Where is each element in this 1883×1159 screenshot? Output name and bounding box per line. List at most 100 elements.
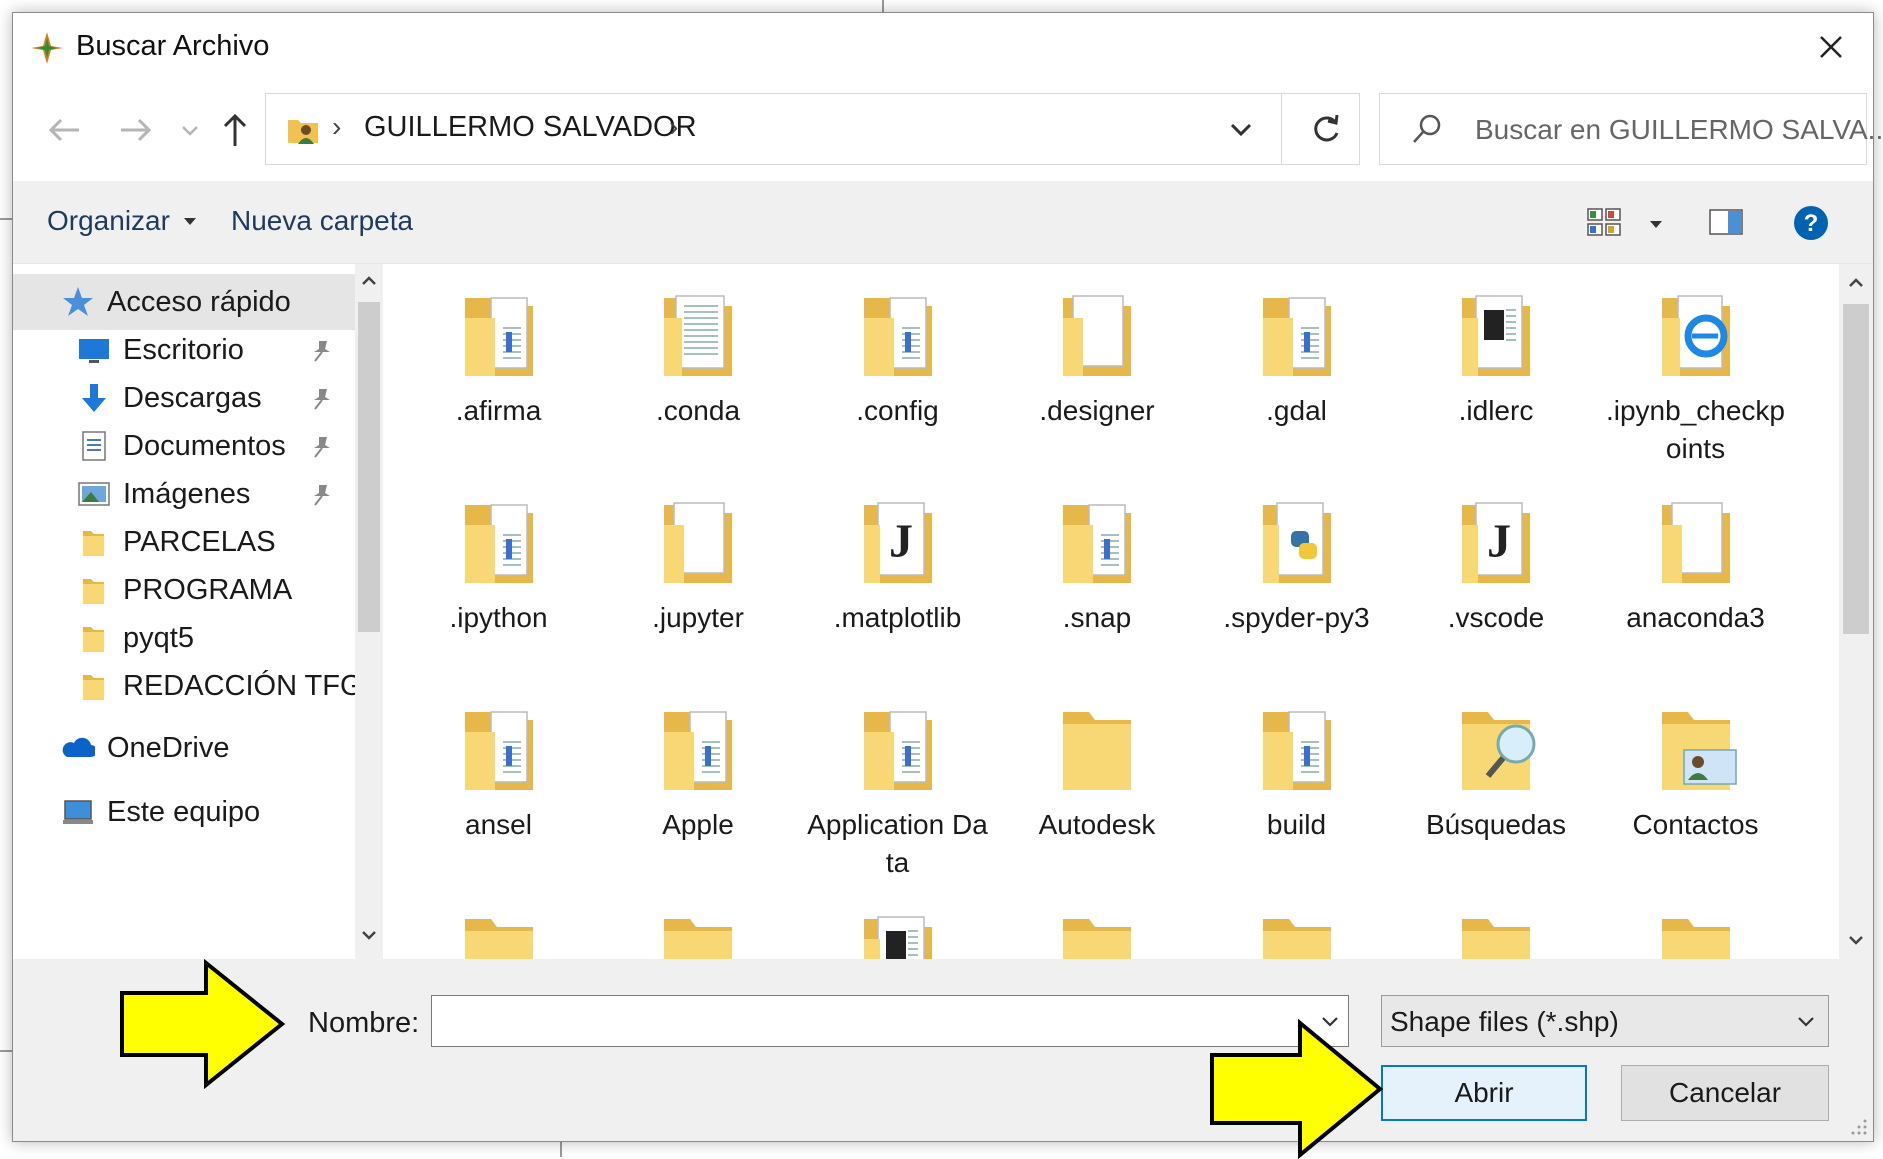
- file-item[interactable]: .designer: [998, 288, 1197, 430]
- file-name: .conda: [655, 395, 741, 426]
- search-placeholder: Buscar en GUILLERMO SALVA...: [1475, 114, 1883, 145]
- file-name: .idlerc: [1458, 395, 1534, 426]
- file-item[interactable]: .ipynb_checkpoints: [1596, 288, 1795, 468]
- folder-ie-icon: [1661, 295, 1730, 376]
- nav-scrollbar[interactable]: [355, 264, 383, 959]
- navigation-pane: Acceso rápido Escritorio Descargas Document…: [13, 264, 383, 959]
- file-item[interactable]: J .matplotlib: [798, 495, 997, 637]
- file-name: .spyder-py3: [1223, 602, 1370, 633]
- new-folder-button[interactable]: Nueva carpeta: [231, 205, 413, 237]
- divider: [1281, 94, 1282, 164]
- file-item[interactable]: .afirma: [399, 288, 598, 430]
- folder-blank-icon: [664, 502, 732, 583]
- computer-icon: [63, 800, 93, 824]
- back-arrow-icon[interactable]: [43, 108, 87, 152]
- folder-icon: [83, 675, 104, 700]
- pin-icon[interactable]: [309, 385, 335, 411]
- up-arrow-icon[interactable]: [213, 108, 257, 152]
- file-item[interactable]: [1197, 909, 1396, 959]
- file-item[interactable]: .spyder-py3: [1197, 495, 1396, 637]
- file-item[interactable]: build: [1197, 702, 1396, 844]
- content-scrollbar[interactable]: [1839, 264, 1873, 959]
- recent-locations-chevron-icon[interactable]: [175, 108, 205, 152]
- nav-item-label: PARCELAS: [123, 525, 276, 558]
- nav-item[interactable]: REDACCIÓN TFG: [13, 658, 363, 714]
- file-type-select[interactable]: Shape files (*.shp): [1381, 995, 1829, 1047]
- nav-item[interactable]: Este equipo: [13, 784, 355, 840]
- nav-item-label: Descargas: [123, 381, 262, 414]
- cancel-button[interactable]: Cancelar: [1621, 1065, 1829, 1121]
- file-name: anaconda3: [1626, 602, 1765, 633]
- breadcrumb-chevron-icon[interactable]: ›: [669, 111, 678, 143]
- file-item[interactable]: .gdal: [1197, 288, 1396, 430]
- file-name: Apple: [662, 809, 734, 840]
- file-item[interactable]: .snap: [998, 495, 1197, 637]
- file-item[interactable]: anaconda3: [1596, 495, 1795, 637]
- resize-grip-icon[interactable]: [1849, 1117, 1869, 1137]
- command-bar: Organizar Nueva carpeta ?: [13, 181, 1873, 264]
- app-icon: [31, 32, 63, 64]
- pin-icon[interactable]: [309, 433, 335, 459]
- file-item[interactable]: Contactos: [1596, 702, 1795, 844]
- organize-button[interactable]: Organizar: [47, 205, 196, 237]
- nav-item-label: Este equipo: [107, 795, 261, 828]
- background-window-edge: [560, 1140, 562, 1157]
- pin-icon[interactable]: [309, 481, 335, 507]
- refresh-icon[interactable]: [1306, 109, 1346, 149]
- folder-docs-icon: [863, 711, 932, 790]
- pin-icon[interactable]: [309, 337, 335, 363]
- file-item[interactable]: ansel: [399, 702, 598, 844]
- open-button[interactable]: Abrir: [1381, 1065, 1587, 1121]
- nav-item-label: Imágenes: [123, 477, 251, 510]
- forward-arrow-icon[interactable]: [113, 108, 157, 152]
- file-name: .gdal: [1266, 395, 1327, 426]
- scroll-thumb[interactable]: [358, 302, 380, 632]
- file-item[interactable]: [798, 909, 997, 959]
- scroll-down-icon[interactable]: [358, 924, 380, 946]
- file-item[interactable]: [399, 909, 598, 959]
- file-name: Application Data: [807, 809, 988, 878]
- file-item[interactable]: Application Data: [798, 702, 997, 882]
- address-bar[interactable]: › GUILLERMO SALVADOR ›: [265, 93, 1360, 165]
- file-item[interactable]: Búsquedas: [1397, 702, 1596, 844]
- filename-label: Nombre:: [308, 1007, 420, 1039]
- search-box[interactable]: Buscar en GUILLERMO SALVA...: [1379, 93, 1883, 165]
- folder-dark-doc-icon: J: [863, 502, 932, 583]
- help-icon[interactable]: ?: [1793, 205, 1829, 241]
- file-item[interactable]: .idlerc: [1397, 288, 1596, 430]
- view-options-caret-icon[interactable]: [1650, 221, 1662, 228]
- file-name: .ipython: [449, 602, 548, 633]
- scroll-up-icon[interactable]: [358, 270, 380, 292]
- scroll-thumb[interactable]: [1843, 304, 1869, 634]
- change-view-icon[interactable]: [1586, 207, 1622, 237]
- file-item[interactable]: [1397, 909, 1596, 959]
- file-name: .snap: [1062, 602, 1132, 633]
- scroll-down-icon[interactable]: [1845, 929, 1867, 951]
- nav-item[interactable]: OneDrive: [13, 720, 355, 776]
- file-item[interactable]: J .vscode: [1397, 495, 1596, 637]
- file-item[interactable]: [599, 909, 798, 959]
- file-item[interactable]: Autodesk: [998, 702, 1197, 844]
- breadcrumb-folder[interactable]: GUILLERMO SALVADOR: [364, 111, 697, 144]
- address-dropdown-icon[interactable]: [1226, 114, 1256, 144]
- scroll-up-icon[interactable]: [1845, 272, 1867, 294]
- title-bar: Buscar Archivo: [13, 13, 1873, 79]
- file-item[interactable]: Apple: [599, 702, 798, 844]
- file-list: .afirma .conda .config .designer .gdal .idler…: [393, 264, 1839, 959]
- file-item[interactable]: [1596, 909, 1795, 959]
- file-item[interactable]: .config: [798, 288, 997, 430]
- folder-blank-icon: [1661, 502, 1730, 583]
- preview-pane-icon[interactable]: [1708, 207, 1744, 237]
- close-icon[interactable]: [1811, 27, 1851, 67]
- file-name: .ipynb_checkpoints: [1605, 395, 1785, 464]
- file-item[interactable]: .jupyter: [599, 495, 798, 637]
- file-item[interactable]: .conda: [599, 288, 798, 430]
- star-icon: [63, 287, 93, 316]
- file-item[interactable]: [998, 909, 1197, 959]
- file-name: .config: [856, 395, 939, 426]
- folder-docs-icon: [664, 711, 732, 790]
- file-item[interactable]: .ipython: [399, 495, 598, 637]
- folder-icon: [1063, 919, 1131, 959]
- chevron-down-icon: [1798, 1017, 1814, 1027]
- folder-icon: [1462, 919, 1530, 959]
